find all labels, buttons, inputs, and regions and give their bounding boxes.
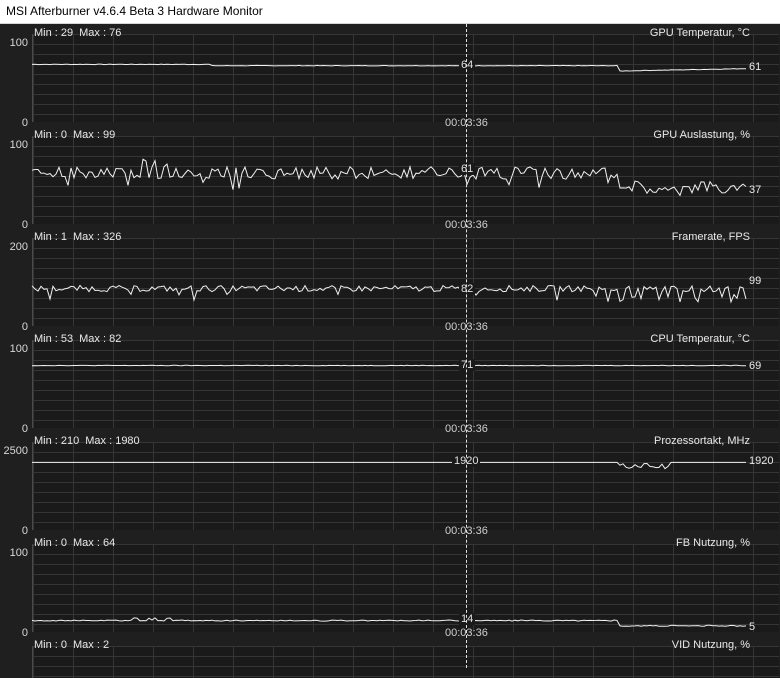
graph-trace-line: [32, 286, 746, 302]
y-axis-min-label: 0: [0, 423, 28, 435]
hardware-monitor-panel[interactable]: Min : 0Max : 2VID Nutzung, %Min : 0Max :…: [0, 24, 780, 668]
min-max-label: Min : 0 Max : 2: [34, 639, 115, 651]
cursor-value-label: 82: [459, 283, 475, 295]
last-value-label: 1920: [749, 455, 773, 467]
cursor-value-label: 71: [459, 359, 475, 371]
graph-trace: [32, 442, 778, 530]
y-axis-min-label: 0: [0, 321, 28, 333]
y-axis-max-label: 100: [0, 343, 28, 355]
graph-5[interactable]: Min : 210Max : 1980Prozessortakt, MHz250…: [0, 432, 780, 534]
max-value: Max : 2: [73, 639, 109, 651]
graph-trace: [32, 136, 778, 224]
graph-4[interactable]: Min : 53Max : 82CPU Temperatur, °C100000…: [0, 330, 780, 432]
cursor-value-label: 1920: [452, 455, 480, 467]
graph-trace: [32, 238, 778, 326]
y-axis-min-label: 0: [0, 525, 28, 537]
graph-trace-line: [32, 618, 746, 626]
y-axis-max-label: 200: [0, 241, 28, 253]
y-axis-max-label: 100: [0, 37, 28, 49]
last-value-label: 99: [749, 275, 761, 287]
cursor-value-label: 61: [459, 163, 475, 175]
graph-1[interactable]: Min : 29Max : 76GPU Temperatur, °C100000…: [0, 24, 780, 126]
y-axis-min-label: 0: [0, 117, 28, 129]
y-axis-max-label: 2500: [0, 445, 28, 457]
y-axis-max-label: 100: [0, 547, 28, 559]
graph-trace-line: [32, 462, 746, 468]
last-value-label: 61: [749, 61, 761, 73]
cursor-value-label: 64: [459, 59, 475, 71]
window-title: MSI Afterburner v4.6.4 Beta 3 Hardware M…: [6, 4, 263, 18]
graph-trace: [32, 340, 778, 428]
graph-3[interactable]: Min : 1Max : 326Framerate, FPS200000:03:…: [0, 228, 780, 330]
min-value: Min : 0: [34, 639, 67, 651]
graph-title: VID Nutzung, %: [672, 639, 750, 651]
last-value-label: 5: [749, 621, 755, 633]
y-axis-min-label: 0: [0, 627, 28, 639]
cursor-value-label: 14: [459, 613, 475, 625]
graph-trace-line: [32, 159, 746, 195]
last-value-label: 69: [749, 360, 761, 372]
graph-6[interactable]: Min : 0Max : 64FB Nutzung, %100000:03:36…: [0, 534, 780, 636]
graph-trace: [32, 34, 778, 122]
y-axis-max-label: 100: [0, 139, 28, 151]
graph-2[interactable]: Min : 0Max : 99GPU Auslastung, %100000:0…: [0, 126, 780, 228]
last-value-label: 37: [749, 184, 761, 196]
graph-trace: [32, 544, 778, 632]
y-axis-min-label: 0: [0, 219, 28, 231]
graph-trace-line: [32, 64, 746, 71]
window-title-bar: MSI Afterburner v4.6.4 Beta 3 Hardware M…: [0, 0, 780, 24]
graph-7[interactable]: Min : 0 Max : 2 VID Nutzung, %: [0, 636, 780, 670]
graph-plot-area[interactable]: [32, 646, 779, 678]
